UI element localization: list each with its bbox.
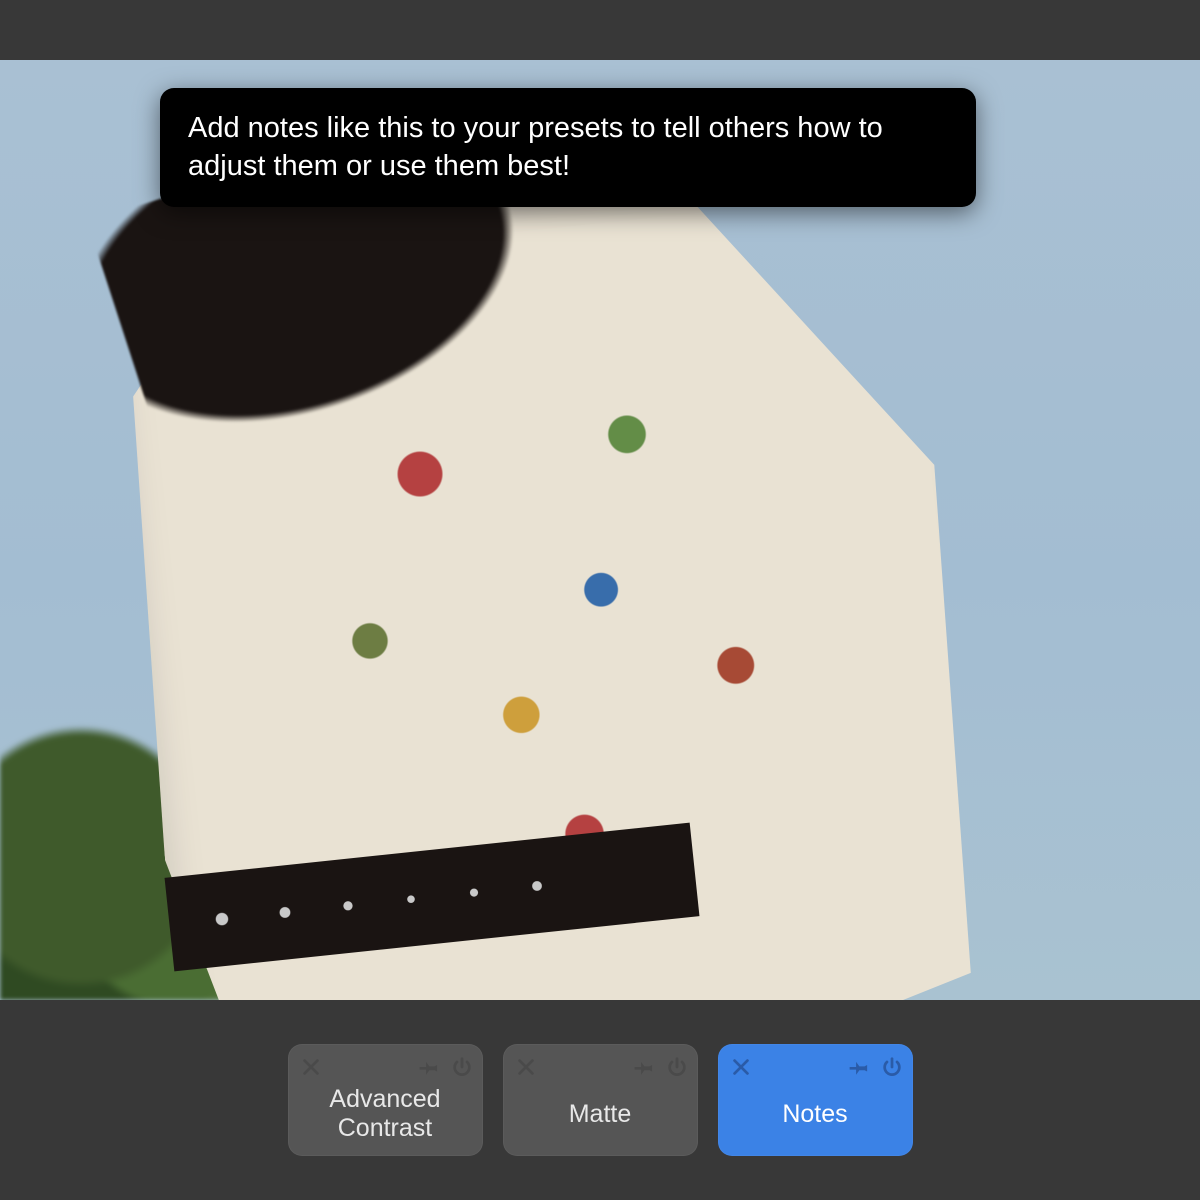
notes-tooltip: Add notes like this to your presets to t… xyxy=(160,88,976,207)
power-icon[interactable] xyxy=(666,1056,688,1078)
tile-icon-row xyxy=(718,1044,913,1084)
tile-icon-row xyxy=(503,1044,698,1084)
close-icon[interactable] xyxy=(515,1056,537,1078)
tile-icon-row xyxy=(288,1044,483,1084)
preset-tool-row: Advanced Contrast Matte xyxy=(0,1000,1200,1200)
power-icon[interactable] xyxy=(451,1056,473,1078)
pin-icon[interactable] xyxy=(634,1056,656,1078)
pin-icon[interactable] xyxy=(419,1056,441,1078)
preset-tile-label: Matte xyxy=(503,1084,698,1156)
image-preview: Add notes like this to your presets to t… xyxy=(0,60,1200,1000)
close-icon[interactable] xyxy=(730,1056,752,1078)
preset-tile-notes[interactable]: Notes xyxy=(718,1044,913,1156)
notes-tooltip-text: Add notes like this to your presets to t… xyxy=(188,112,883,182)
power-icon[interactable] xyxy=(881,1056,903,1078)
close-icon[interactable] xyxy=(300,1056,322,1078)
preset-tile-advanced-contrast[interactable]: Advanced Contrast xyxy=(288,1044,483,1156)
preset-tile-label: Advanced Contrast xyxy=(288,1084,483,1156)
preset-tile-label: Notes xyxy=(718,1084,913,1156)
preset-tile-matte[interactable]: Matte xyxy=(503,1044,698,1156)
pin-icon[interactable] xyxy=(849,1056,871,1078)
top-bar xyxy=(0,0,1200,60)
